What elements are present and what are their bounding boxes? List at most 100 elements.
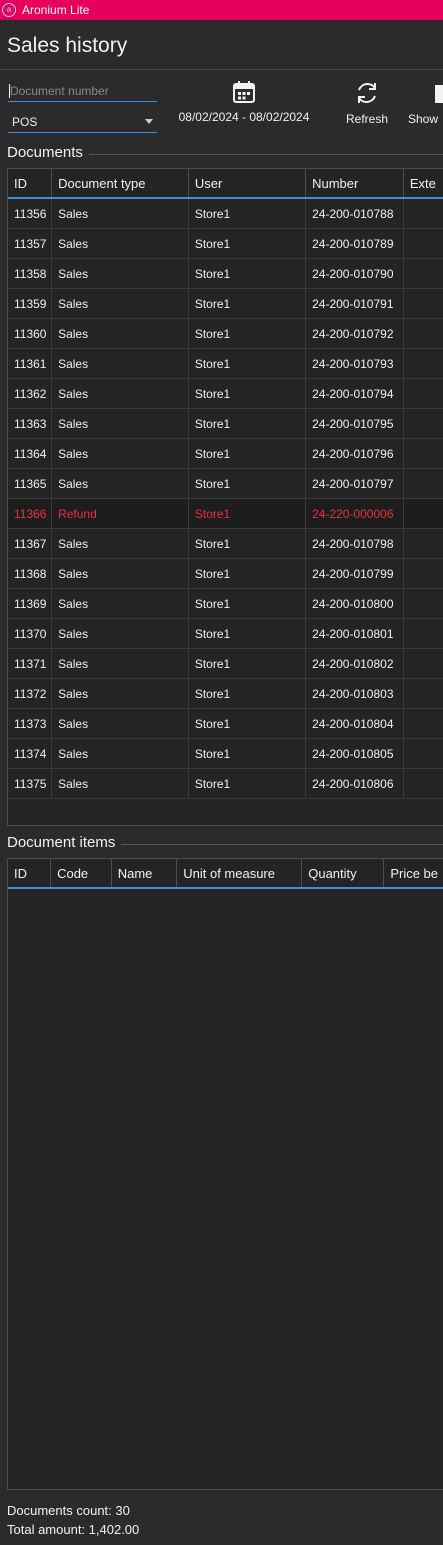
cell-user: Store1 [189,259,307,288]
cell-external [404,259,443,288]
cell-document-type: Sales [52,619,189,648]
cell-number: 24-200-010794 [306,379,404,408]
table-row[interactable]: 11366 Refund Store1 24-220-000006 [8,499,443,529]
cell-user: Store1 [189,229,307,258]
cell-external [404,619,443,648]
documents-grid-header: ID Document type User Number Exte [8,169,443,199]
table-row[interactable]: 11370 Sales Store1 24-200-010801 [8,619,443,649]
store-select-value: POS [12,114,38,129]
column-header-user[interactable]: User [189,169,307,197]
cell-external [404,199,443,228]
table-row[interactable]: 11367 Sales Store1 24-200-010798 [8,529,443,559]
cell-external [404,679,443,708]
cell-document-type: Sales [52,289,189,318]
table-row[interactable]: 11361 Sales Store1 24-200-010793 [8,349,443,379]
store-select[interactable]: POS [8,111,157,133]
cell-user: Store1 [189,679,307,708]
cell-user: Store1 [189,769,307,798]
table-row[interactable]: 11369 Sales Store1 24-200-010800 [8,589,443,619]
items-column-header-unit-of-measure[interactable]: Unit of measure [177,859,303,887]
cell-document-type: Sales [52,649,189,678]
items-column-header-quantity[interactable]: Quantity [302,859,385,887]
cell-id: 11365 [8,469,53,498]
cell-external [404,469,443,498]
table-row[interactable]: 11360 Sales Store1 24-200-010792 [8,319,443,349]
cell-external [404,289,443,318]
table-row[interactable]: 11365 Sales Store1 24-200-010797 [8,469,443,499]
cell-number: 24-200-010799 [306,559,404,588]
cell-external [404,499,443,528]
refresh-button[interactable]: Refresh [341,80,393,126]
cell-document-type: Refund [52,499,189,528]
table-row[interactable]: 11357 Sales Store1 24-200-010789 [8,229,443,259]
table-row[interactable]: 11368 Sales Store1 24-200-010799 [8,559,443,589]
table-row[interactable]: 11356 Sales Store1 24-200-010788 [8,199,443,229]
cell-number: 24-200-010793 [306,349,404,378]
cell-external [404,649,443,678]
items-column-header-code[interactable]: Code [51,859,112,887]
cell-document-type: Sales [52,469,189,498]
table-row[interactable]: 11372 Sales Store1 24-200-010803 [8,679,443,709]
cell-document-type: Sales [52,589,189,618]
app-title: Aronium Lite [22,3,90,17]
items-column-header-name[interactable]: Name [112,859,178,887]
cell-id: 11368 [8,559,53,588]
cell-number: 24-200-010791 [306,289,404,318]
table-row[interactable]: 11374 Sales Store1 24-200-010805 [8,739,443,769]
items-column-header-price[interactable]: Price be [384,859,443,887]
calendar-icon [233,81,255,103]
cell-document-type: Sales [52,409,189,438]
cell-id: 11361 [8,349,53,378]
cell-user: Store1 [189,499,307,528]
cell-external [404,709,443,738]
cell-user: Store1 [189,349,307,378]
column-header-number[interactable]: Number [306,169,404,197]
chevron-down-icon [145,119,153,124]
document-number-input[interactable] [8,80,157,102]
documents-grid[interactable]: ID Document type User Number Exte 11356 S… [7,168,443,826]
cell-id: 11375 [8,769,53,798]
cell-user: Store1 [189,709,307,738]
cell-user: Store1 [189,199,307,228]
cell-number: 24-200-010804 [306,709,404,738]
page-title: Sales history [7,34,128,57]
cell-id: 11370 [8,619,53,648]
cell-user: Store1 [189,739,307,768]
cell-external [404,409,443,438]
cell-document-type: Sales [52,349,189,378]
cell-number: 24-200-010789 [306,229,404,258]
cell-number: 24-200-010803 [306,679,404,708]
date-range-button[interactable]: 08/02/2024 - 08/02/2024 [170,80,318,124]
cell-user: Store1 [189,559,307,588]
cell-id: 11358 [8,259,53,288]
documents-count: Documents count: 30 [7,1503,130,1518]
cell-number: 24-200-010806 [306,769,404,798]
column-header-external[interactable]: Exte [404,169,443,197]
document-items-grid-header: ID Code Name Unit of measure Quantity Pr… [8,859,443,889]
table-row[interactable]: 11359 Sales Store1 24-200-010791 [8,289,443,319]
table-row[interactable]: 11362 Sales Store1 24-200-010794 [8,379,443,409]
table-row[interactable]: 11375 Sales Store1 24-200-010806 [8,769,443,799]
cell-document-type: Sales [52,529,189,558]
cell-id: 11369 [8,589,53,618]
cell-user: Store1 [189,529,307,558]
table-row[interactable]: 11371 Sales Store1 24-200-010802 [8,649,443,679]
items-column-header-id[interactable]: ID [8,859,52,887]
cell-id: 11360 [8,319,53,348]
cell-id: 11359 [8,289,53,318]
column-header-id[interactable]: ID [8,169,53,197]
cell-id: 11367 [8,529,53,558]
table-row[interactable]: 11363 Sales Store1 24-200-010795 [8,409,443,439]
cell-user: Store1 [189,439,307,468]
cell-document-type: Sales [52,379,189,408]
table-row[interactable]: 11373 Sales Store1 24-200-010804 [8,709,443,739]
cell-user: Store1 [189,589,307,618]
table-row[interactable]: 11358 Sales Store1 24-200-010790 [8,259,443,289]
cell-user: Store1 [189,409,307,438]
cell-user: Store1 [189,289,307,318]
table-row[interactable]: 11364 Sales Store1 24-200-010796 [8,439,443,469]
document-items-section-label: Document items [7,834,122,851]
column-header-document-type[interactable]: Document type [52,169,189,197]
document-items-grid[interactable]: ID Code Name Unit of measure Quantity Pr… [7,858,443,1490]
cell-id: 11357 [8,229,53,258]
